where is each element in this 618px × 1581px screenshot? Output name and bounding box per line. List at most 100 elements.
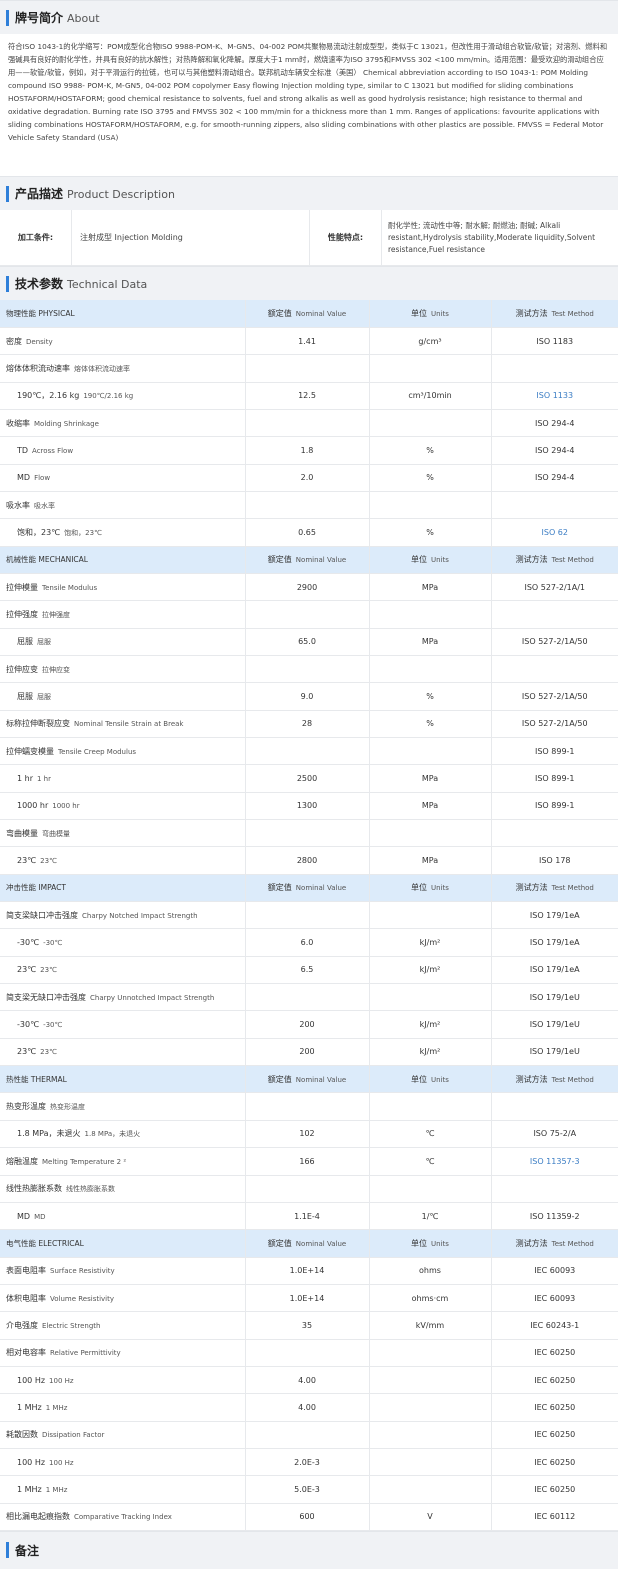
property-cell: 100 Hz 100 Hz	[0, 1366, 246, 1395]
property-name-en: 23℃	[40, 857, 57, 866]
table-row: 屈服 屈服 65.0 MPa ISO 527-2/1A/50	[0, 628, 618, 656]
property-name: 相对电容率	[6, 1348, 46, 1358]
property-cell: 1.8 MPa，未退火 1.8 MPa，未退火	[0, 1120, 246, 1149]
unit-value: V	[427, 1512, 433, 1522]
unit-cell: ohms	[369, 1257, 492, 1285]
section-accent-bar	[6, 185, 9, 202]
method-cell: ISO 179/1eA	[491, 956, 618, 985]
value-cell: 1.0E+14	[245, 1284, 370, 1313]
table-row: 密度 Density 1.41 g/cm³ ISO 1183	[0, 327, 618, 356]
test-method: ISO 899-1	[534, 801, 575, 811]
property-name-en: Tensile Modulus	[42, 583, 98, 592]
value-cell: 2500	[245, 764, 370, 793]
property-cell: 简支梁无缺口冲击强度 Charpy Unnotched Impact Streng…	[0, 983, 246, 1012]
property-cell: 190℃，2.16 kg 190℃/2.16 kg	[0, 382, 246, 410]
property-name: 热性能 THERMAL	[6, 1074, 67, 1084]
property-name-en: MD	[34, 1212, 46, 1221]
property-name: 饱和，23℃	[17, 527, 61, 537]
unit-value: MPa	[421, 774, 439, 784]
property-cell: 线性热膨胀系数 线性热膨胀系数	[0, 1175, 246, 1203]
unit-cell: kJ/m²	[369, 1038, 492, 1067]
table-row: -30℃ -30℃ 6.0 kJ/m² ISO 179/1eA	[0, 928, 618, 957]
test-method: ISO 179/1eU	[529, 992, 580, 1002]
table-row: 1000 hr 1000 hr 1300 MPa ISO 899-1	[0, 792, 618, 821]
method-cell: ISO 179/1eU	[491, 1010, 618, 1039]
tech-section: 技术参数 Technical Data 物理性能 PHYSICAL 额定值 Nomin…	[0, 266, 618, 1531]
method-cell: ISO 1183	[491, 327, 618, 356]
property-cell: 23℃ 23℃	[0, 1038, 246, 1067]
property-name: 标称拉伸断裂应变	[6, 719, 70, 729]
method-cell: IEC 60250	[491, 1366, 618, 1395]
property-name: 线性热膨胀系数	[6, 1184, 62, 1194]
property-name: 1.8 MPa，未退火	[17, 1129, 81, 1139]
nominal-value: 12.5	[298, 391, 316, 401]
unit-value: MPa	[421, 582, 439, 592]
value-cell	[245, 983, 370, 1012]
method-cell: IEC 60250	[491, 1448, 618, 1477]
property-name: 收缩率	[6, 418, 30, 428]
property-name: 拉伸应变	[6, 664, 38, 674]
property-name: 1 MHz	[17, 1402, 42, 1412]
unit-cell: kJ/m²	[369, 928, 492, 957]
unit-value: kJ/m²	[419, 1047, 441, 1057]
test-method[interactable]: ISO 11357-3	[530, 1157, 580, 1166]
property-cell: -30℃ -30℃	[0, 928, 246, 957]
method-cell: IEC 60243-1	[491, 1311, 618, 1340]
property-name: 100 Hz	[17, 1375, 46, 1385]
table-row: 相比漏电起痕指数 Comparative Tracking Index 600 V IE…	[0, 1503, 618, 1531]
property-name-en: 1 MHz	[45, 1403, 68, 1412]
nominal-value: 1.1E-4	[294, 1211, 320, 1221]
about-text-en: Chemical abbreviation according to ISO 1…	[8, 68, 604, 142]
value-cell: 6.0	[245, 928, 370, 957]
test-method[interactable]: ISO 62	[542, 528, 568, 537]
nominal-value: 4.00	[298, 1402, 316, 1412]
nominal-value: 额定值	[267, 1238, 292, 1248]
test-method-en: Test Method	[551, 309, 594, 318]
property-cell: 热变形温度 热变形温度	[0, 1092, 246, 1121]
method-cell: 测试方法 Test Method	[491, 1229, 618, 1258]
test-method: ISO 294-4	[534, 473, 575, 483]
unit-cell: 单位 Units	[369, 546, 492, 574]
property-name-en: Molding Shrinkage	[34, 419, 99, 428]
value-cell: 200	[245, 1038, 370, 1067]
nominal-value: 65.0	[298, 637, 316, 647]
property-name-en: Comparative Tracking Index	[74, 1513, 172, 1522]
test-method: ISO 179/1eA	[529, 938, 580, 948]
value-cell: 0.65	[245, 518, 370, 547]
method-cell: ISO 527-2/1A/50	[491, 710, 618, 739]
property-cell: 相对电容率 Relative Permittivity	[0, 1339, 246, 1367]
unit-cell	[369, 409, 492, 438]
test-method[interactable]: ISO 1133	[536, 391, 573, 400]
property-name: 熔体体积流动速率	[6, 363, 70, 373]
test-method: ISO 294-4	[534, 418, 575, 428]
notes-header: 备注	[0, 1530, 618, 1569]
property-name: MD	[17, 473, 31, 483]
property-name: 吸水率	[6, 500, 30, 510]
property-name: MD	[17, 1211, 31, 1221]
nominal-value: 额定值	[267, 1074, 292, 1084]
value-cell	[245, 901, 370, 930]
nominal-value: 2.0	[300, 473, 314, 483]
table-row: 耗散因数 Dissipation Factor IEC 60250	[0, 1421, 618, 1449]
property-name-en: Density	[26, 337, 53, 346]
tech-table: 物理性能 PHYSICAL 额定值 Nominal Value 单位 Units 测试方法…	[0, 300, 618, 1531]
table-row: 拉伸蠕变模量 Tensile Creep Modulus ISO 899-1	[0, 737, 618, 766]
unit-cell	[369, 1475, 492, 1504]
property-cell: 拉伸应变 拉伸应变	[0, 655, 246, 684]
property-cell: 100 Hz 100 Hz	[0, 1448, 246, 1477]
property-name: TD	[17, 445, 29, 455]
about-header: 牌号简介 About	[0, 0, 618, 34]
unit-cell	[369, 354, 492, 383]
unit-cell	[369, 1448, 492, 1477]
property-name: 热变形温度	[6, 1102, 46, 1112]
about-text: 符合ISO 1043-1的化学缩写：POM成型化合物ISO 9988-POM-K…	[0, 34, 618, 176]
value-cell: 65.0	[245, 628, 370, 656]
property-name-en: 拉伸强度	[42, 610, 70, 619]
property-name-en: 1.8 MPa，未退火	[84, 1130, 141, 1139]
unit-value: kV/mm	[415, 1320, 445, 1330]
unit-cell	[369, 491, 492, 520]
table-row: 熔融温度 Melting Temperature 2 ² 166 ℃ ISO 11357…	[0, 1147, 618, 1176]
test-method: IEC 60112	[534, 1512, 576, 1522]
notes-title: 备注	[15, 1543, 40, 1558]
tech-header: 技术参数 Technical Data	[0, 266, 618, 300]
